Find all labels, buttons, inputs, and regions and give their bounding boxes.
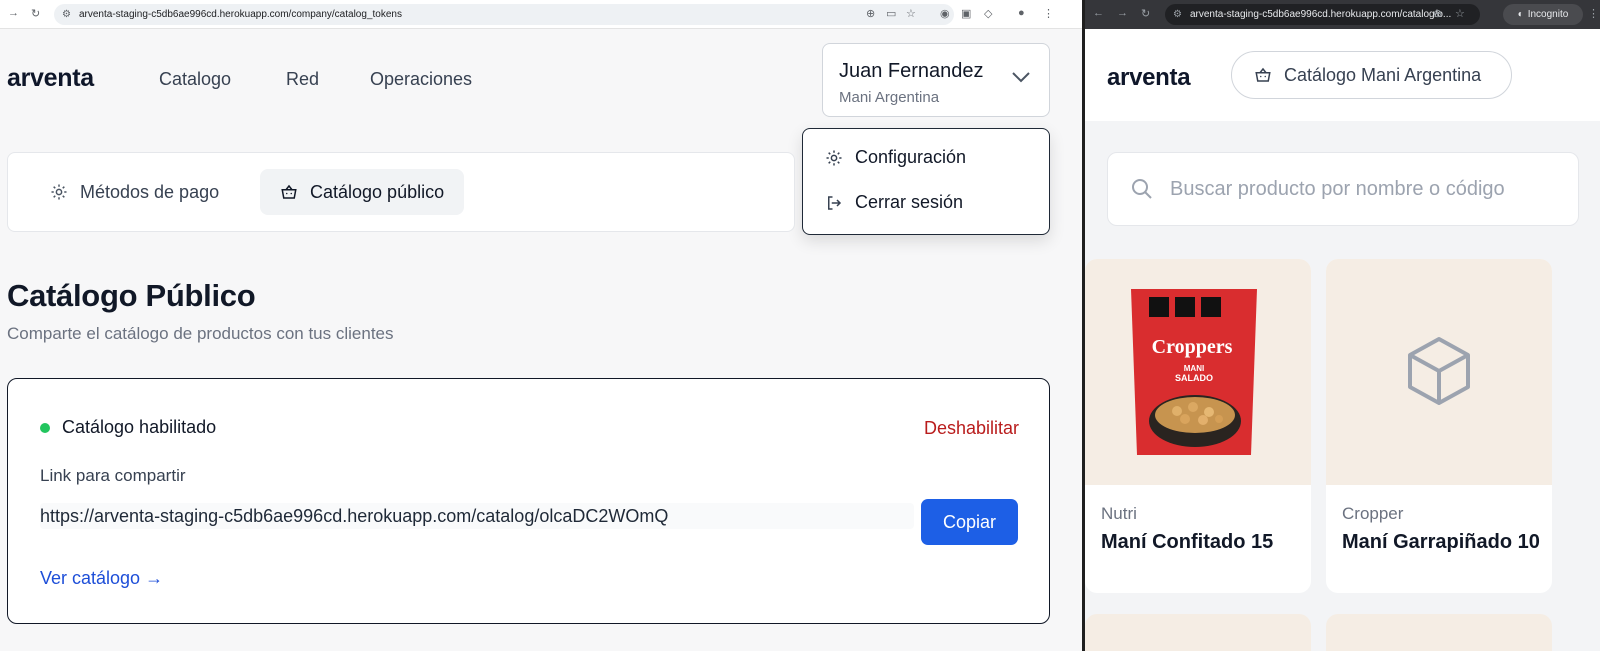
browser-toolbar-incognito: ← → ↻ ⚙ arventa-staging-c5db6ae996cd.her… <box>1085 0 1600 29</box>
back-icon[interactable]: ← <box>1093 7 1104 19</box>
address-url: arventa-staging-c5db6ae996cd.herokuapp.c… <box>78 9 402 20</box>
package-line1-text: MANI <box>1184 364 1204 373</box>
nav-catalogo[interactable]: Catalogo <box>159 69 231 90</box>
zoom-icon[interactable]: ⊕ <box>1433 7 1442 20</box>
search-placeholder: Buscar producto por nombre o código <box>1170 177 1505 200</box>
menu-item-settings[interactable]: Configuración <box>825 147 966 168</box>
cast-icon[interactable]: ▭ <box>886 7 896 20</box>
product-card[interactable]: Croppers MANI SALADO Nutri Maní Confitad… <box>1085 259 1311 593</box>
bookmark-star-icon[interactable]: ☆ <box>1455 7 1465 20</box>
admin-window: → ↻ ⚙ arventa-staging-c5db6ae996cd.herok… <box>0 0 1082 651</box>
status-dot-icon <box>40 422 50 433</box>
brand-logo[interactable]: arventa <box>1107 64 1191 92</box>
copy-link-button[interactable]: Copiar <box>921 499 1018 545</box>
subnav-public-catalog[interactable]: Catálogo público <box>260 169 465 215</box>
forward-icon[interactable]: → <box>8 7 19 19</box>
zoom-icon[interactable]: ⊕ <box>866 7 875 20</box>
address-bar[interactable]: ⚙ arventa-staging-c5db6ae996cd.herokuapp… <box>54 4 954 25</box>
gear-icon <box>826 150 842 165</box>
catalog-name-button[interactable]: Catálogo Mani Argentina <box>1231 51 1512 99</box>
product-brand: Nutri <box>1101 504 1137 523</box>
site-info-icon[interactable]: ⚙ <box>1173 9 1182 20</box>
basket-icon <box>1255 67 1271 82</box>
menu-item-settings-label: Configuración <box>855 147 967 167</box>
gear-icon <box>51 184 67 200</box>
product-card-partial[interactable] <box>1085 614 1311 651</box>
chevron-down-icon <box>1012 72 1030 83</box>
bookmark-star-icon[interactable]: ☆ <box>906 7 916 20</box>
brand-logo[interactable]: arventa <box>7 64 94 93</box>
product-search[interactable]: Buscar producto por nombre o código <box>1107 152 1579 226</box>
product-brand: Cropper <box>1342 504 1404 523</box>
product-image-placeholder <box>1326 259 1552 485</box>
product-card[interactable]: Cropper Maní Garrapiñado 10 <box>1326 259 1552 593</box>
package-line2-text: SALADO <box>1175 373 1213 383</box>
catalog-share-card: Catálogo habilitado Deshabilitar Link pa… <box>7 378 1050 624</box>
product-name: Maní Confitado 15 <box>1101 531 1274 553</box>
forward-icon[interactable]: → <box>1117 7 1128 19</box>
search-icon <box>1132 179 1152 199</box>
more-menu-icon[interactable]: ⋮ <box>1043 7 1054 20</box>
reload-icon[interactable]: ↻ <box>31 7 40 20</box>
menu-item-logout-label: Cerrar sesión <box>855 192 964 212</box>
settings-subnav: Métodos de pago Catálogo público <box>7 152 795 232</box>
site-info-icon[interactable]: ⚙ <box>62 9 71 20</box>
catalog-status: Catálogo habilitado <box>40 417 216 438</box>
browser-toolbar: → ↻ ⚙ arventa-staging-c5db6ae996cd.herok… <box>0 0 1082 29</box>
profile-avatar-icon[interactable]: ● <box>1018 7 1025 19</box>
nav-operaciones[interactable]: Operaciones <box>370 69 472 90</box>
page-title: Catálogo Público <box>7 278 256 313</box>
user-name: Juan Fernandez <box>839 60 984 82</box>
product-card-partial[interactable] <box>1326 614 1552 651</box>
product-name: Maní Garrapiñado 10 <box>1342 531 1540 553</box>
catalog-status-label: Catálogo habilitado <box>62 417 217 437</box>
user-dropdown-menu: Configuración Cerrar sesión <box>802 128 1050 235</box>
share-link-field[interactable]: https://arventa-staging-c5db6ae996cd.her… <box>40 503 914 529</box>
catalog-window: ← → ↻ ⚙ arventa-staging-c5db6ae996cd.her… <box>1085 0 1600 651</box>
package-brand-text: Croppers <box>1152 336 1233 358</box>
extension-z-icon[interactable]: ▣ <box>961 7 971 20</box>
disable-catalog-button[interactable]: Deshabilitar <box>924 418 1019 439</box>
box-icon <box>1408 337 1470 405</box>
peanut-package-image: Croppers MANI SALADO <box>1131 289 1257 455</box>
share-link-label: Link para compartir <box>40 466 186 485</box>
incognito-icon: ◐ <box>1517 9 1524 20</box>
menu-item-logout[interactable]: Cerrar sesión <box>825 192 963 213</box>
address-url: arventa-staging-c5db6ae996cd.herokuapp.c… <box>1189 9 1452 20</box>
user-menu-button[interactable]: Juan Fernandez Mani Argentina <box>822 43 1050 117</box>
user-company: Mani Argentina <box>839 89 940 106</box>
reload-icon[interactable]: ↻ <box>1141 7 1150 20</box>
page-subtitle: Comparte el catálogo de productos con tu… <box>7 324 394 343</box>
product-image: Croppers MANI SALADO <box>1085 259 1311 485</box>
catalog-name-label: Catálogo Mani Argentina <box>1284 64 1482 85</box>
view-catalog-link[interactable]: Ver catálogo → <box>40 568 163 589</box>
more-menu-icon[interactable]: ⋮ <box>1588 7 1599 20</box>
puzzle-icon[interactable]: ◇ <box>984 7 992 20</box>
incognito-badge[interactable]: ◐ Incognito <box>1503 4 1583 25</box>
basket-icon <box>281 184 297 199</box>
logout-icon <box>828 195 842 210</box>
incognito-label: Incognito <box>1527 9 1569 20</box>
extension-icon[interactable]: ◉ <box>940 7 950 20</box>
subnav-payment-methods-label: Métodos de pago <box>80 181 220 202</box>
subnav-payment-methods[interactable]: Métodos de pago <box>30 169 239 215</box>
nav-red[interactable]: Red <box>286 69 319 90</box>
subnav-public-catalog-label: Catálogo público <box>310 181 445 202</box>
